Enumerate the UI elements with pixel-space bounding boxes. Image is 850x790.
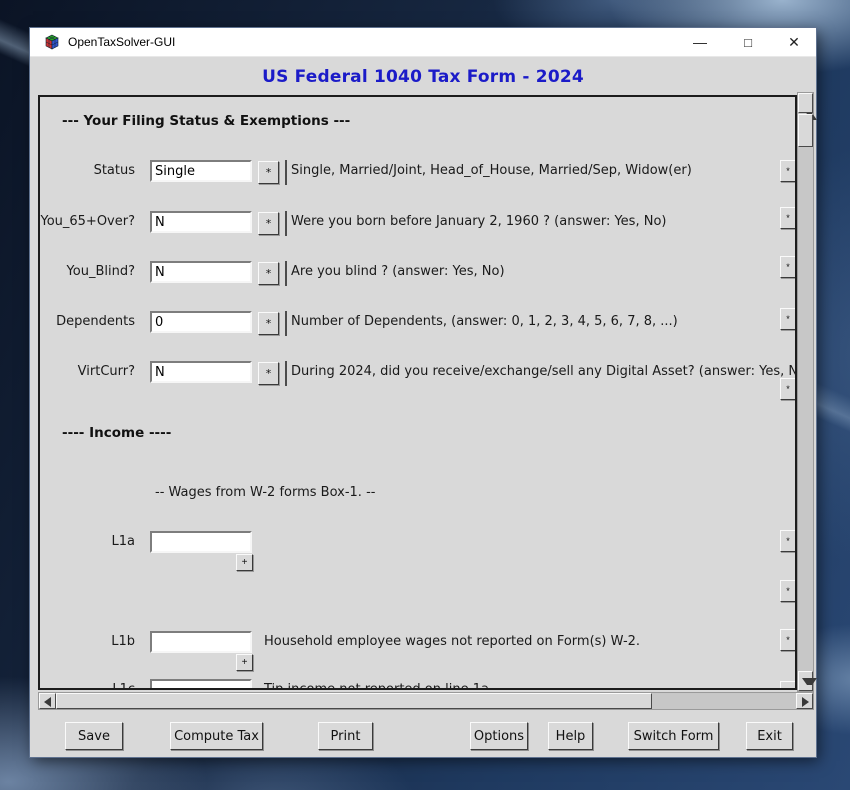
scroll-left-button[interactable] [39, 693, 56, 709]
exit-button[interactable]: Exit [746, 722, 793, 750]
l1a-add-button[interactable]: + [236, 554, 253, 571]
maximize-button[interactable]: □ [732, 28, 764, 57]
side-expand-button[interactable]: * [780, 629, 796, 651]
side-expand-button[interactable]: * [780, 530, 796, 552]
titlebar[interactable]: OpenTaxSolver-GUI — □ ✕ [30, 28, 816, 57]
l1b-input[interactable] [150, 631, 252, 653]
side-expand-button[interactable]: * [780, 207, 796, 229]
65over-expand-button[interactable]: * [258, 212, 279, 235]
side-expand-button[interactable]: * [780, 160, 796, 182]
section-filing-status: --- Your Filing Status & Exemptions --- [62, 113, 350, 129]
form-row-status: Status * Single, Married/Joint, Head_of_… [40, 160, 795, 186]
field-label: You_Blind? [40, 261, 135, 283]
window-title: OpenTaxSolver-GUI [68, 35, 175, 49]
form-scroll-area: --- Your Filing Status & Exemptions --- … [38, 95, 797, 690]
separator [285, 361, 287, 386]
compute-tax-button[interactable]: Compute Tax [170, 722, 263, 750]
field-label: VirtCurr? [40, 361, 135, 383]
app-window: OpenTaxSolver-GUI — □ ✕ US Federal 1040 … [30, 28, 816, 757]
blind-input[interactable] [150, 261, 252, 283]
field-label: You_65+Over? [40, 211, 135, 233]
separator [285, 211, 287, 236]
field-description: Number of Dependents, (answer: 0, 1, 2, … [291, 311, 678, 333]
options-button[interactable]: Options [470, 722, 528, 750]
separator [285, 311, 287, 336]
status-input[interactable] [150, 160, 252, 182]
wages-note: -- Wages from W-2 forms Box-1. -- [155, 485, 375, 500]
l1c-input[interactable] [150, 679, 252, 690]
status-expand-button[interactable]: * [258, 161, 279, 184]
field-description: Were you born before January 2, 1960 ? (… [291, 211, 666, 233]
form-row-l1a: L1a + [40, 531, 795, 557]
l1a-input[interactable] [150, 531, 252, 553]
left-arrow-icon [44, 697, 51, 707]
side-expand-button[interactable]: * [780, 378, 796, 400]
field-description: Single, Married/Joint, Head_of_House, Ma… [291, 160, 692, 182]
side-expand-button[interactable]: * [780, 256, 796, 278]
help-button[interactable]: Help [548, 722, 593, 750]
form-row-l1c: L1c Tip income not reported on line 1a [40, 679, 795, 690]
right-arrow-icon [802, 697, 809, 707]
virtcurr-expand-button[interactable]: * [258, 362, 279, 385]
dependents-input[interactable] [150, 311, 252, 333]
form-row-dependents: Dependents * Number of Dependents, (answ… [40, 311, 795, 337]
form-row-65over: You_65+Over? * Were you born before Janu… [40, 211, 795, 237]
section-income: ---- Income ---- [62, 425, 171, 441]
print-button[interactable]: Print [318, 722, 373, 750]
65over-input[interactable] [150, 211, 252, 233]
close-button[interactable]: ✕ [778, 28, 810, 57]
field-label: L1b [40, 631, 135, 653]
minimize-button[interactable]: — [684, 28, 716, 57]
side-expand-button[interactable]: * [780, 580, 796, 602]
blind-expand-button[interactable]: * [258, 262, 279, 285]
virtcurr-input[interactable] [150, 361, 252, 383]
vertical-scrollbar[interactable] [797, 92, 814, 692]
scroll-up-button[interactable] [798, 93, 813, 113]
dependents-expand-button[interactable]: * [258, 312, 279, 335]
l1b-add-button[interactable]: + [236, 654, 253, 671]
scroll-right-button[interactable] [796, 693, 813, 709]
desktop: { "window": { "title": "OpenTaxSolver-GU… [0, 0, 850, 790]
form-row-blind: You_Blind? * Are you blind ? (answer: Ye… [40, 261, 795, 287]
horizontal-scrollbar[interactable] [38, 692, 814, 710]
field-label: Dependents [40, 311, 135, 333]
page-title: US Federal 1040 Tax Form - 2024 [30, 67, 816, 87]
form-row-virtcurr: VirtCurr? * During 2024, did you receive… [40, 361, 795, 387]
field-label: Status [40, 160, 135, 182]
field-description: Household employee wages not reported on… [264, 631, 640, 653]
app-cube-icon [44, 34, 60, 50]
scroll-down-button[interactable] [798, 671, 813, 691]
field-description: During 2024, did you receive/exchange/se… [291, 361, 797, 383]
field-label: L1c [40, 679, 135, 690]
switch-form-button[interactable]: Switch Form [628, 722, 719, 750]
form-row-l1b: L1b + Household employee wages not repor… [40, 631, 795, 657]
field-description: Tip income not reported on line 1a [264, 679, 489, 690]
save-button[interactable]: Save [65, 722, 123, 750]
separator [285, 160, 287, 185]
side-expand-button[interactable]: * [780, 308, 796, 330]
vertical-scrollbar-thumb[interactable] [798, 114, 813, 147]
horizontal-scrollbar-thumb[interactable] [56, 693, 652, 709]
field-description: Are you blind ? (answer: Yes, No) [291, 261, 505, 283]
separator [285, 261, 287, 286]
side-expand-button[interactable]: * [780, 681, 796, 690]
field-label: L1a [40, 531, 135, 553]
